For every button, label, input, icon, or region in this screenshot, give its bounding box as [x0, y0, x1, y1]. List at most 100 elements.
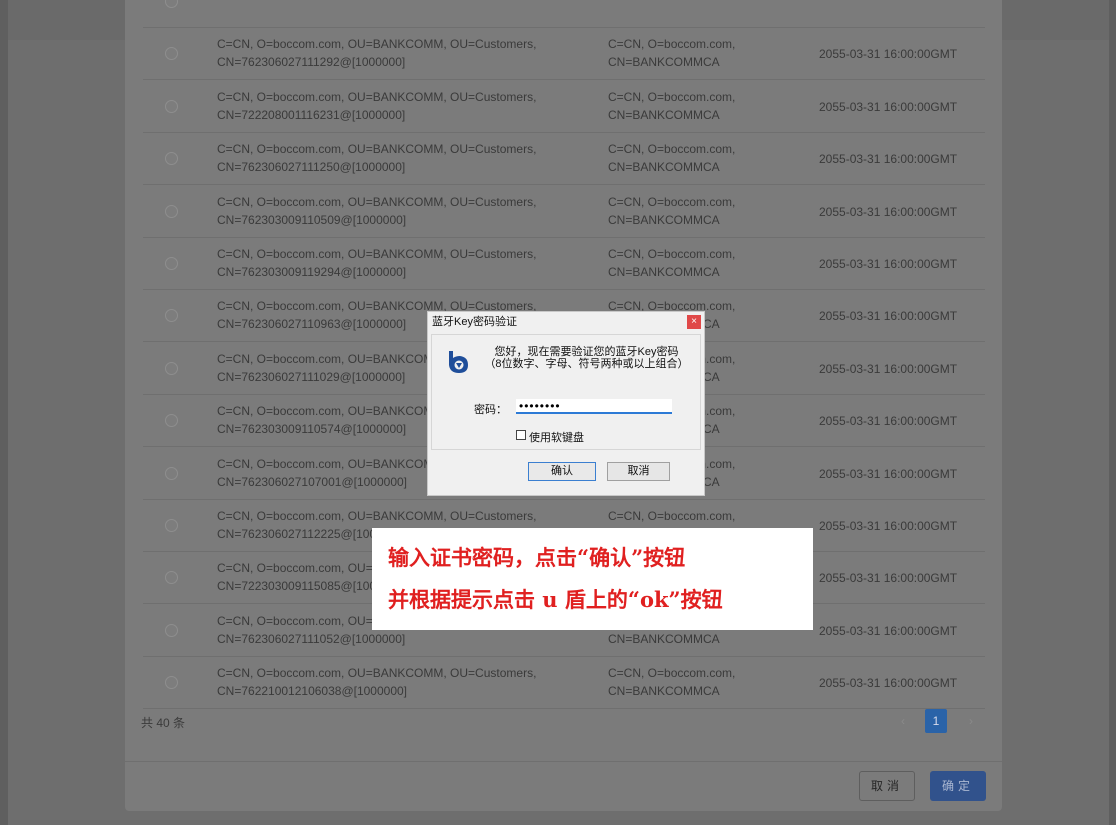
subject-line-2: CN=762303009119294@[1000000] — [217, 265, 407, 279]
row-radio[interactable] — [165, 309, 178, 323]
bank-logo-icon — [449, 351, 468, 373]
expiry-cell: 2055-03-31 16:00:00GMT — [819, 414, 958, 429]
dialog-message-line2: （8位数字、字母、符号两种或以上组合） — [484, 358, 689, 370]
subject-cell: C=CN, O=boccom.com, OU=BANKCOMM, OU=Cust… — [217, 245, 597, 281]
subject-cell: CN=762210012106053@[1000000] — [217, 0, 597, 1]
subject-line-2: CN=762210012106038@[1000000] — [217, 684, 408, 699]
expiry-cell: 2055-03-31 16:00:00GMT — [819, 623, 958, 638]
issuer-line-2: CN=BANKCOMMCA — [608, 684, 720, 699]
subject-line-1: C=CN, O=boccom.com, OU=BANKCOMM, OU=Cust… — [217, 89, 537, 104]
row-radio[interactable] — [165, 623, 178, 637]
subject-line-1: C=CN, O=boccom.com, OU=BANKCOMM, OU=Cust… — [217, 509, 537, 523]
row-radio[interactable] — [165, 47, 178, 61]
pagination-prev-button[interactable]: ‹ — [892, 709, 914, 733]
instruction-line-1: 输入证书密码，点击“确认”按钮 — [388, 545, 686, 570]
row-radio[interactable] — [165, 152, 178, 166]
expiry-cell: 2055-03-31 16:00:00GMT — [819, 257, 958, 271]
dialog-title: 蓝牙Key密码验证 — [432, 316, 517, 328]
expiry-cell: 2055-03-31 16:00:00GMT — [819, 99, 958, 114]
row-radio[interactable] — [165, 257, 178, 270]
expiry-cell: 2055-03-31 16:00:00GMT — [819, 309, 958, 324]
expiry-cell: 2055-03-31 16:00:00GMT — [819, 519, 958, 533]
table-row[interactable]: C=CN, O=boccom.com, OU=BANKCOMM, OU=Cust… — [143, 133, 985, 186]
table-row[interactable]: C=CN, O=boccom.com, OU=BANKCOMM, OU=Cust… — [143, 28, 985, 81]
pagination-next-button[interactable]: › — [960, 709, 982, 733]
issuer-cell: C=CN, O=boccom.com, CN=BANKCOMMCA — [608, 35, 788, 71]
subject-line-1: C=CN, O=boccom.com, OU=BANKCOMM, OU=Cust… — [217, 142, 537, 157]
table-row[interactable]: C=CN, O=boccom.com, OU=BANKCOMM, OU=Cust… — [143, 81, 985, 133]
modal-confirm-button[interactable]: 确定 — [930, 771, 986, 801]
subject-line-1: C=CN, O=boccom.com, OU=BANKCOMM, OU=Cust… — [217, 247, 537, 261]
expiry-cell: 2055-03-31 16:00:00GMT — [819, 152, 958, 167]
modal-cancel-button[interactable]: 取消 — [859, 771, 915, 801]
password-label: 密码： — [474, 404, 507, 416]
dialog-message-line1: 您好，现在需要验证您的蓝牙Key密码 — [494, 346, 679, 358]
row-radio[interactable] — [165, 204, 178, 218]
issuer-line-2: CN=BANKCOMMCA — [608, 107, 720, 122]
pagination-page-1[interactable]: 1 — [925, 709, 947, 733]
subject-cell: C=CN, O=boccom.com, OU=BANKCOMM, OU=Cust… — [217, 140, 597, 176]
issuer-line-2: CN=BANKCOMMCA — [608, 212, 720, 227]
instruction-callout: 输入证书密码，点击“确认”按钮 并根据提示点击 u 盾上的“ok”按钮 — [372, 528, 813, 630]
subject-line-2: CN=762306027111292@[1000000] — [217, 55, 406, 70]
row-radio[interactable] — [165, 414, 178, 428]
issuer-line-1: C=CN, O=boccom.com, — [608, 666, 736, 681]
instruction-line-2: 并根据提示点击 u 盾上的“ok”按钮 — [388, 587, 723, 612]
issuer-line-1: C=CN, O=boccom.com, — [608, 89, 736, 104]
subject-cell: C=CN, O=boccom.com, OU=BANKCOMM, OU=Cust… — [217, 35, 597, 71]
expiry-cell: 2055-03-31 16:00:00GMT — [819, 571, 958, 586]
password-input[interactable]: •••••••• — [516, 399, 672, 414]
issuer-line-2: CN=BANKCOMMCA — [608, 631, 720, 646]
dialog-cancel-button[interactable]: 取消 — [607, 462, 670, 481]
dialog-confirm-button[interactable]: 确认 — [528, 462, 596, 481]
bluetooth-key-password-dialog: 蓝牙Key密码验证 × 您好，现在需要验证您的蓝牙Key密码 （8位数字、字母、… — [427, 311, 705, 496]
table-row[interactable]: C=CN, O=boccom.com, OU=BANKCOMM, OU=Cust… — [143, 238, 985, 290]
expiry-cell: 2055-03-31 16:00:00GMT — [819, 47, 958, 62]
table-row[interactable]: C=CN, O=boccom.com, OU=BANKCOMM, OU=Cust… — [143, 186, 985, 238]
issuer-line-2: CN=BANKCOMMCA — [608, 265, 720, 279]
row-radio[interactable] — [165, 466, 178, 480]
expiry-cell: 2055-03-31 16:00:00GMT — [819, 204, 958, 219]
issuer-line-2: CN=BANKCOMMCA — [608, 160, 720, 175]
dialog-panel: 您好，现在需要验证您的蓝牙Key密码 （8位数字、字母、符号两种或以上组合） 密… — [431, 334, 701, 450]
soft-keyboard-label[interactable]: 使用软键盘 — [529, 429, 584, 445]
issuer-line-1: C=CN, O=boccom.com, — [608, 247, 736, 261]
row-radio[interactable] — [165, 519, 178, 532]
subject-line-2: CN=762210012106053@[1000000] — [217, 0, 597, 1]
row-radio[interactable] — [165, 361, 178, 375]
issuer-line-1: C=CN, O=boccom.com, — [608, 37, 736, 52]
subject-line-1: C=CN, O=boccom.com, OU=BANKCOMM, OU=Cust… — [217, 37, 537, 52]
row-radio[interactable] — [165, 676, 178, 690]
subject-line-1: C=CN, O=boccom.com, OU=BANKCOMM, OU=Cust… — [217, 666, 537, 681]
row-radio[interactable] — [165, 99, 178, 113]
issuer-cell: C=CN, O=boccom.com, CN=BANKCOMMCA — [608, 664, 788, 700]
expiry-cell: 2055-03-31 16:00:00GMT — [819, 676, 958, 691]
subject-cell: C=CN, O=boccom.com, OU=BANKCOMM, OU=Cust… — [217, 88, 597, 124]
issuer-line-2: CN=BANKCOMMCA — [608, 0, 788, 1]
modal-footer-divider — [125, 761, 1002, 762]
table-row[interactable]: C=CN, O=boccom.com, OU=BANKCOMM, OU=Cust… — [143, 657, 985, 710]
issuer-line-2: CN=BANKCOMMCA — [608, 55, 720, 70]
expiry-cell: 2055-03-31 16:00:00GMT — [819, 361, 958, 376]
issuer-cell: CN=BANKCOMMCA — [608, 0, 788, 1]
subject-line-2: CN=722208001116231@[1000000] — [217, 107, 406, 122]
issuer-cell: C=CN, O=boccom.com, CN=BANKCOMMCA — [608, 140, 788, 176]
issuer-cell: C=CN, O=boccom.com, CN=BANKCOMMCA — [608, 88, 788, 124]
table-row[interactable]: CN=762210012106053@[1000000] CN=BANKCOMMC… — [143, 0, 985, 28]
issuer-cell: C=CN, O=boccom.com, CN=BANKCOMMCA — [608, 193, 788, 229]
row-radio[interactable] — [165, 0, 178, 8]
issuer-line-1: C=CN, O=boccom.com, — [608, 509, 736, 523]
dialog-message: 您好，现在需要验证您的蓝牙Key密码 （8位数字、字母、符号两种或以上组合） — [484, 346, 689, 370]
subject-cell: C=CN, O=boccom.com, OU=BANKCOMM, OU=Cust… — [217, 193, 597, 229]
issuer-line-1: C=CN, O=boccom.com, — [608, 194, 736, 209]
soft-keyboard-checkbox[interactable] — [516, 430, 526, 440]
row-radio[interactable] — [165, 571, 178, 585]
pagination-total: 共 40 条 — [141, 716, 186, 730]
expiry-cell: 2055-03-31 16:00:00GMT — [819, 466, 958, 481]
subject-line-2: CN=762303009110509@[1000000] — [217, 212, 407, 227]
dialog-close-button[interactable]: × — [687, 315, 701, 329]
subject-line-1: C=CN, O=boccom.com, OU=BANKCOMM, OU=Cust… — [217, 194, 537, 209]
subject-line-2: CN=762306027111052@[1000000] — [217, 631, 406, 646]
issuer-cell: C=CN, O=boccom.com, CN=BANKCOMMCA — [608, 245, 788, 281]
issuer-line-1: C=CN, O=boccom.com, — [608, 142, 736, 157]
